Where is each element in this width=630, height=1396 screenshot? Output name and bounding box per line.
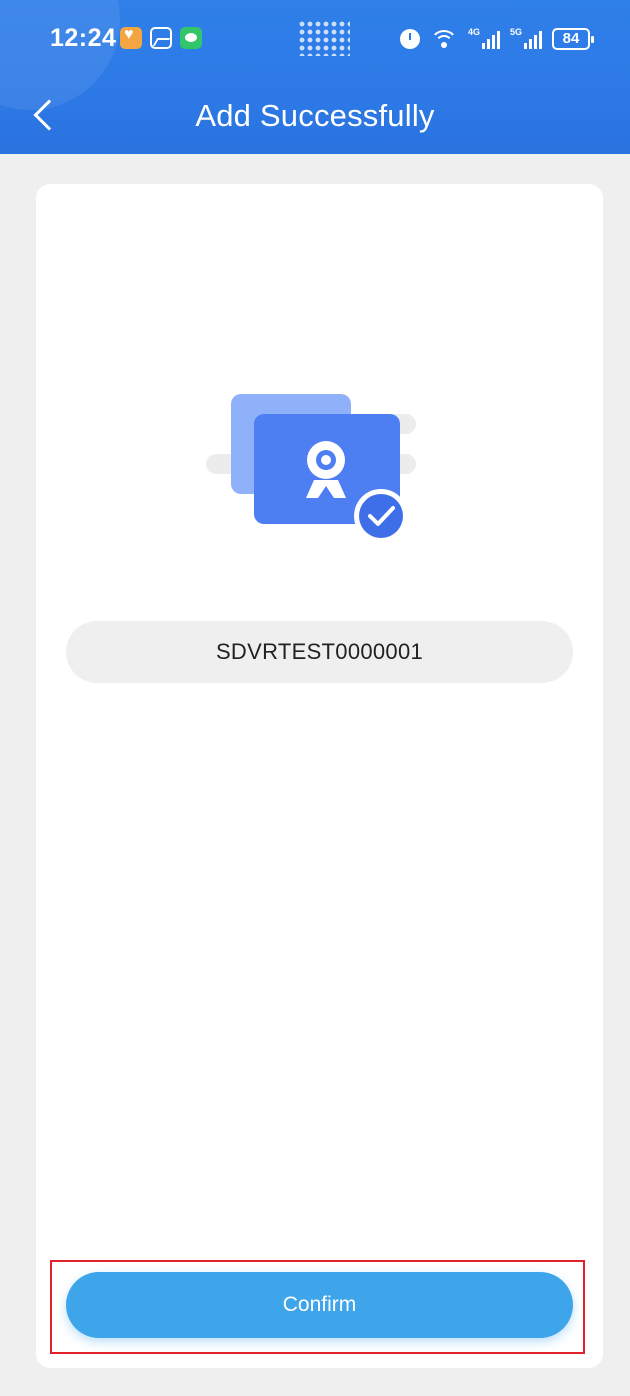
app-header: 12:24 4G 5G 84 Add Successfully (0, 0, 630, 154)
status-icons: 4G 5G 84 (400, 26, 594, 52)
check-badge-icon (354, 489, 408, 543)
alarm-icon (400, 29, 420, 49)
wifi-icon (430, 28, 458, 50)
status-bar: 12:24 4G 5G 84 (0, 0, 630, 80)
signal-5g-icon: 5G (510, 27, 542, 49)
signal-4g-icon: 4G (468, 27, 500, 49)
status-time: 12:24 (50, 24, 117, 52)
heart-app-notification-icon (120, 26, 142, 49)
battery-indicator: 84 (552, 28, 594, 50)
wechat-notification-icon (180, 27, 202, 49)
device-id-label: SDVRTEST0000001 (66, 621, 573, 683)
result-card: SDVRTEST0000001 Confirm (36, 184, 603, 1368)
page-title: Add Successfully (195, 98, 435, 133)
signal-4g-label: 4G (468, 27, 481, 37)
gallery-notification-icon (150, 27, 172, 49)
signal-5g-label: 5G (510, 27, 523, 37)
webcam-icon (306, 441, 346, 498)
camera-added-illustration (206, 394, 416, 543)
confirm-button[interactable]: Confirm (66, 1272, 573, 1338)
title-bar: Add Successfully (0, 80, 630, 154)
dots-grid-icon (298, 20, 350, 56)
